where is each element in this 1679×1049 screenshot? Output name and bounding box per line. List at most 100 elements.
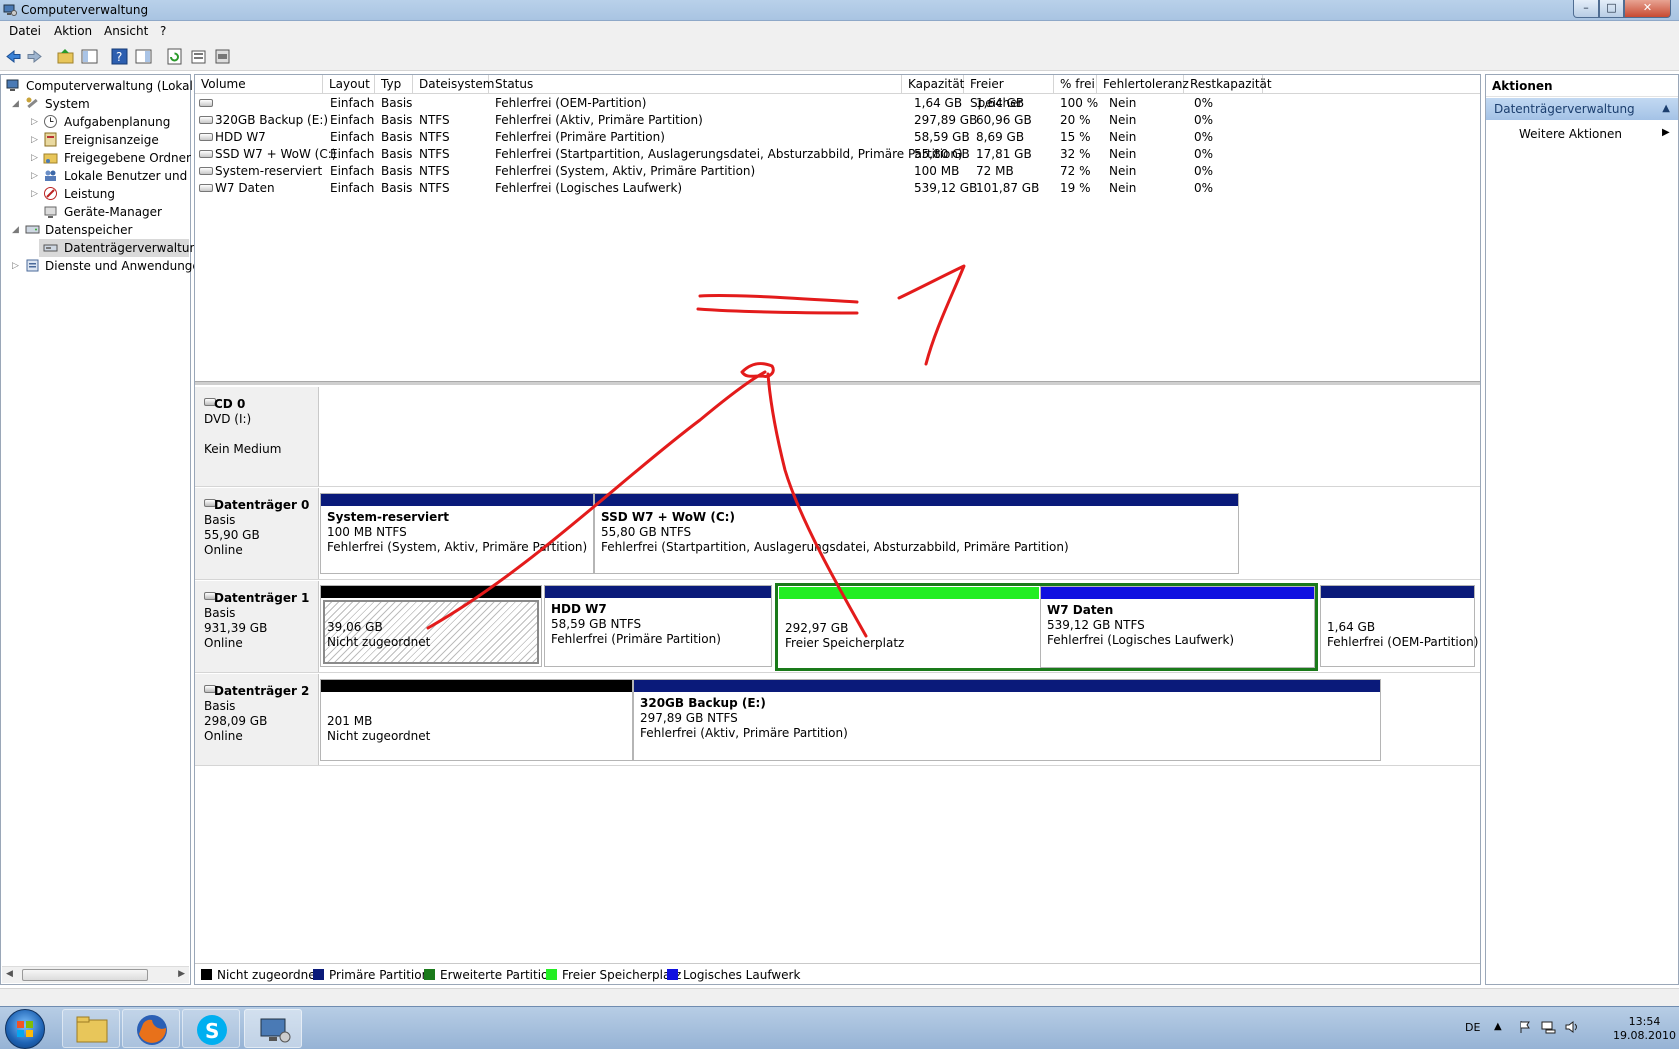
column-fault-tolerance[interactable]: Fehlertoleranz	[1097, 75, 1189, 94]
collapse-up-icon[interactable]: ▲	[1662, 98, 1670, 120]
tree-item-storage[interactable]: ◢ Datenspeicher	[1, 221, 190, 239]
collapsed-arrow-icon[interactable]: ▷	[31, 153, 39, 163]
table-row[interactable]: HDD W7 Einfach Basis NTFS Fehlerfrei (Pr…	[195, 129, 1480, 146]
disk-settings-icon[interactable]	[214, 48, 231, 65]
partition-status: Nicht zugeordnet	[327, 729, 431, 743]
column-percent-free[interactable]: % frei	[1054, 75, 1097, 94]
partition-unallocated[interactable]: 39,06 GB Nicht zugeordnet	[320, 585, 542, 667]
collapsed-arrow-icon[interactable]: ▷	[31, 171, 39, 181]
partition-w7-daten[interactable]: W7 Daten 539,12 GB NTFS Fehlerfrei (Logi…	[1040, 586, 1315, 668]
tree-item-services[interactable]: ▷ Dienste und Anwendungen	[1, 257, 207, 275]
actions-section-disk-management[interactable]: Datenträgerverwaltung ▲	[1486, 98, 1678, 120]
tree-item-local-users[interactable]: ▷ Lokale Benutzer und Gr	[1, 167, 190, 185]
taskbar-computer-management[interactable]	[244, 1009, 302, 1048]
partition-unallocated[interactable]: 201 MB Nicht zugeordnet	[320, 679, 633, 761]
cell-capacity: 1,64 GB	[914, 96, 963, 110]
cell-capacity: 58,59 GB	[914, 130, 970, 144]
column-overhead[interactable]: Restkapazität	[1184, 75, 1272, 94]
tree-item-performance[interactable]: ▷ Leistung	[1, 185, 190, 203]
menu-action[interactable]: Aktion	[54, 24, 92, 38]
table-row[interactable]: 320GB Backup (E:) Einfach Basis NTFS Feh…	[195, 112, 1480, 129]
more-actions-item[interactable]: Weitere Aktionen	[1519, 127, 1622, 141]
partition-ssd-c[interactable]: SSD W7 + WoW (C:) 55,80 GB NTFS Fehlerfr…	[594, 493, 1239, 574]
tray-language[interactable]: DE	[1465, 1021, 1480, 1034]
action-center-flag-icon[interactable]	[1518, 1020, 1532, 1034]
tree-item-root[interactable]: Computerverwaltung (Lokal)	[1, 77, 198, 95]
table-row[interactable]: Einfach Basis Fehlerfrei (OEM-Partition)…	[195, 95, 1480, 112]
column-layout[interactable]: Layout	[323, 75, 375, 94]
tree-label: Geräte-Manager	[64, 205, 162, 219]
tree-horizontal-scrollbar[interactable]: ◀ ▶	[2, 966, 189, 983]
scroll-left-icon[interactable]: ◀	[6, 969, 13, 979]
tray-clock[interactable]: 13:54 19.08.2010	[1613, 1015, 1676, 1043]
close-button[interactable]: ✕	[1624, 0, 1671, 18]
tree-item-system[interactable]: ◢ System	[1, 95, 190, 113]
minimize-button[interactable]: –	[1573, 0, 1599, 18]
partition-free-space[interactable]: 292,97 GB Freier Speicherplatz	[778, 586, 1040, 668]
expanded-arrow-icon[interactable]: ◢	[12, 99, 20, 109]
cell-type: Basis	[381, 113, 413, 127]
table-row[interactable]: W7 Daten Einfach Basis NTFS Fehlerfrei (…	[195, 180, 1480, 197]
legend-swatch	[313, 969, 324, 980]
network-icon[interactable]	[1541, 1020, 1557, 1034]
collapsed-arrow-icon[interactable]: ▷	[31, 189, 39, 199]
scrollbar-thumb[interactable]	[22, 969, 148, 981]
computer-management-icon	[260, 1018, 291, 1043]
taskbar-firefox[interactable]	[122, 1009, 180, 1048]
menu-file[interactable]: Datei	[9, 24, 41, 38]
column-free-space[interactable]: Freier Speicher	[964, 75, 1054, 110]
disk-size: 55,90 GB	[204, 528, 260, 542]
skype-icon: S	[197, 1015, 227, 1045]
disk-info-disk2[interactable]: Datenträger 2 Basis 298,09 GB Online	[195, 674, 319, 765]
show-hidden-icons-icon[interactable]: ▲	[1494, 1021, 1502, 1032]
partition-system-reserved[interactable]: System-reserviert 100 MB NTFS Fehlerfrei…	[320, 493, 594, 574]
partition-oem[interactable]: 1,64 GB Fehlerfrei (OEM-Partition)	[1320, 585, 1478, 667]
column-type[interactable]: Typ	[375, 75, 413, 94]
column-status[interactable]: Status	[489, 75, 902, 94]
tree-item-event-viewer[interactable]: ▷ Ereignisanzeige	[1, 131, 190, 149]
show-tree-icon[interactable]	[81, 48, 98, 65]
maximize-button[interactable]: □	[1599, 0, 1624, 18]
storage-icon	[25, 225, 40, 234]
scroll-right-icon[interactable]: ▶	[178, 969, 185, 979]
partition-backup-e[interactable]: 320GB Backup (E:) 297,89 GB NTFS Fehlerf…	[633, 679, 1381, 761]
legend-unallocated: Nicht zugeordnet	[201, 968, 320, 982]
collapsed-arrow-icon[interactable]: ▷	[12, 261, 20, 271]
column-volume[interactable]: Volume	[195, 75, 323, 94]
volume-icon[interactable]	[1565, 1020, 1581, 1034]
tree-label: Dienste und Anwendungen	[45, 259, 208, 273]
expanded-arrow-icon[interactable]: ◢	[12, 225, 20, 235]
table-row[interactable]: SSD W7 + WoW (C:) Einfach Basis NTFS Feh…	[195, 146, 1480, 163]
partition-size: 58,59 GB NTFS	[551, 617, 642, 631]
tree-item-disk-management[interactable]: Datenträgerverwaltung	[39, 239, 205, 257]
disk-info-disk1[interactable]: Datenträger 1 Basis 931,39 GB Online	[195, 581, 319, 672]
disk-info-disk0[interactable]: Datenträger 0 Basis 55,90 GB Online	[195, 488, 319, 579]
help-icon[interactable]: ?	[111, 48, 128, 65]
back-icon[interactable]	[5, 48, 22, 65]
volume-icon	[199, 150, 213, 158]
up-folder-icon[interactable]	[57, 48, 74, 65]
show-actions-icon[interactable]	[135, 48, 152, 65]
column-capacity[interactable]: Kapazität	[902, 75, 964, 94]
table-row[interactable]: System-reserviert Einfach Basis NTFS Feh…	[195, 163, 1480, 180]
disk-info-cd0[interactable]: CD 0 DVD (I:) Kein Medium	[195, 387, 319, 486]
column-filesystem[interactable]: Dateisystem	[413, 75, 494, 94]
properties-icon[interactable]	[190, 48, 207, 65]
partition-hdd-w7[interactable]: HDD W7 58,59 GB NTFS Fehlerfrei (Primäre…	[544, 585, 772, 667]
cell-capacity: 55,80 GB	[914, 147, 970, 161]
menu-help[interactable]: ?	[160, 24, 166, 38]
refresh-icon[interactable]	[166, 48, 183, 65]
tree-item-device-manager[interactable]: Geräte-Manager	[1, 203, 190, 221]
start-button[interactable]	[5, 1009, 45, 1049]
forward-icon[interactable]	[26, 48, 43, 65]
pane-splitter[interactable]	[195, 381, 1480, 385]
tree-item-task-scheduler[interactable]: ▷ Aufgabenplanung	[1, 113, 190, 131]
collapsed-arrow-icon[interactable]: ▷	[31, 117, 39, 127]
tree-item-shared-folders[interactable]: ▷ Freigegebene Ordner	[1, 149, 191, 167]
taskbar-skype[interactable]: S	[182, 1009, 240, 1048]
menu-view[interactable]: Ansicht	[104, 24, 148, 38]
clock-time: 13:54	[1628, 1015, 1661, 1028]
free-space-bar	[779, 587, 1039, 599]
taskbar-explorer[interactable]	[62, 1009, 120, 1048]
collapsed-arrow-icon[interactable]: ▷	[31, 135, 39, 145]
